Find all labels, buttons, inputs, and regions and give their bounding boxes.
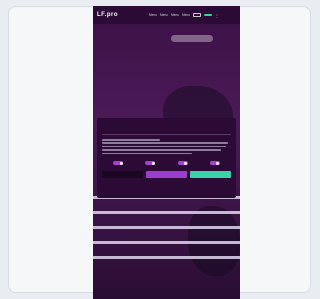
toggle-switch-1[interactable] — [113, 161, 124, 166]
brand-logo[interactable]: LF.pro — [97, 12, 118, 18]
toggle-group-1 — [113, 159, 124, 166]
toggle-group-3 — [177, 159, 188, 166]
consent-tabs — [102, 132, 231, 135]
phone-screenshot: LF.pro Menu Menu Menu Menu ⋮ — [93, 6, 240, 299]
floor-stripes — [93, 196, 240, 271]
dialog-header — [102, 122, 231, 128]
site-header: LF.pro Menu Menu Menu Menu ⋮ — [93, 6, 240, 24]
toggle-switch-3[interactable] — [177, 161, 188, 166]
nav-link-2[interactable]: Menu — [160, 13, 168, 17]
deny-button[interactable] — [102, 171, 143, 179]
hero-search-pill[interactable] — [171, 35, 213, 42]
toggle-switch-4[interactable] — [209, 161, 220, 166]
nav-link-4[interactable]: Menu — [182, 13, 190, 17]
toggle-group-4 — [209, 159, 220, 166]
header-secondary-button[interactable] — [192, 13, 201, 17]
allow-selection-button[interactable] — [146, 171, 187, 179]
toggle-switch-2[interactable] — [145, 161, 156, 166]
nav-link-3[interactable]: Menu — [171, 13, 179, 17]
allow-all-button[interactable] — [190, 171, 231, 179]
nav-link-1[interactable]: Menu — [149, 13, 157, 17]
consent-actions — [102, 171, 231, 179]
consent-description — [102, 139, 231, 155]
cookie-consent-dialog — [97, 118, 236, 198]
toggle-group-2 — [145, 159, 156, 166]
header-cta-button[interactable] — [203, 14, 212, 16]
consent-toggles — [102, 159, 231, 166]
kebab-icon[interactable]: ⋮ — [215, 13, 219, 18]
